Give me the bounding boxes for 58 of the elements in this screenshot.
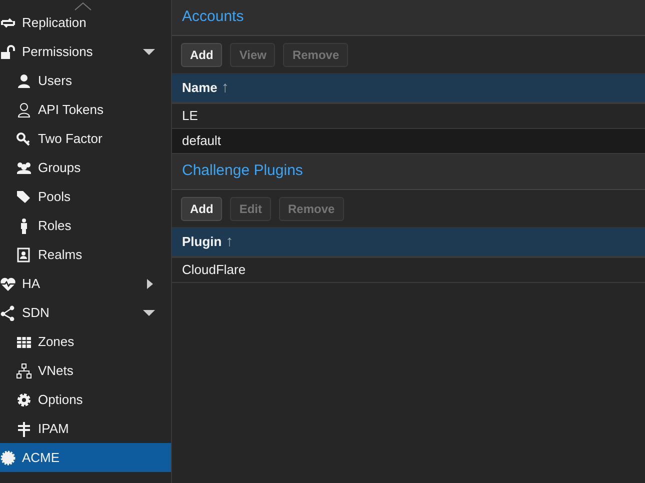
signpost-icon [16,420,32,436]
item-label: IPAM [38,420,70,438]
item-label: Zones [38,332,76,351]
sidebar-item[interactable]: API Tokens [0,95,171,124]
column-label: Name [182,79,218,98]
item-label: HA [22,274,42,293]
item-label: Replication [22,14,88,32]
tags-icon [16,188,32,204]
sidebar-item[interactable]: SDN [0,298,171,327]
sidebar-item[interactable]: Roles [0,211,171,240]
toolbar-button[interactable]: Add [181,196,222,220]
sidebar-item[interactable]: Permissions [0,37,171,66]
toolbar-button[interactable]: Add [181,42,222,66]
sidebar-item[interactable]: VNets [0,356,171,385]
item-label: API Tokens [38,100,105,119]
network-icon [16,362,32,378]
sidebar-item[interactable]: IPAM [0,414,171,443]
user-outline-icon [16,102,32,118]
item-label: Users [38,72,73,90]
sort-icon: ↑ [226,230,234,254]
sidebar-item[interactable]: Two Factor [0,124,171,153]
item-label: Roles [38,216,72,235]
unlock-icon [0,44,16,60]
table-cell-text: CloudFlare [182,261,246,280]
sidebar-item[interactable]: Replication [0,8,171,37]
share-nodes-icon [0,304,16,320]
item-label: Permissions [22,42,94,61]
sidebar-item[interactable]: Groups [0,153,171,182]
sidebar-item[interactable]: Realms [0,240,171,269]
panel-title: Challenge Plugins [172,154,645,190]
item-label: Pools [38,188,72,206]
item-label: Groups [38,158,82,177]
gear-icon [16,392,32,408]
sidebar-item[interactable]: Options [0,385,171,414]
sidebar-item[interactable]: ACME [0,443,171,472]
item-label: ACME [22,448,61,467]
key-icon [16,130,32,146]
column-header[interactable]: Plugin ↑ [172,227,645,258]
sidebar-item[interactable]: Pools [0,182,171,211]
sidebar-item[interactable]: HA [0,269,171,298]
item-label: VNets [38,362,74,380]
item-label: Options [38,390,84,409]
user-icon [16,72,32,88]
address-book-icon [16,246,32,262]
panel-title: Accounts [172,0,645,36]
column-label: Plugin [182,233,222,252]
scroll-up-icon[interactable] [74,2,92,11]
column-header[interactable]: Name ↑ [172,73,645,104]
item-label: Realms [38,246,84,264]
table-cell-text: default [182,132,222,150]
sort-icon: ↑ [221,76,229,100]
table-cell-text: LE [182,107,198,126]
certificate-icon [0,450,16,466]
users-icon [16,160,32,176]
item-label: SDN [22,304,50,322]
sidebar-item[interactable]: Zones [0,327,171,356]
item-label: Two Factor [38,130,104,148]
sidebar-item[interactable]: Users [0,66,171,95]
